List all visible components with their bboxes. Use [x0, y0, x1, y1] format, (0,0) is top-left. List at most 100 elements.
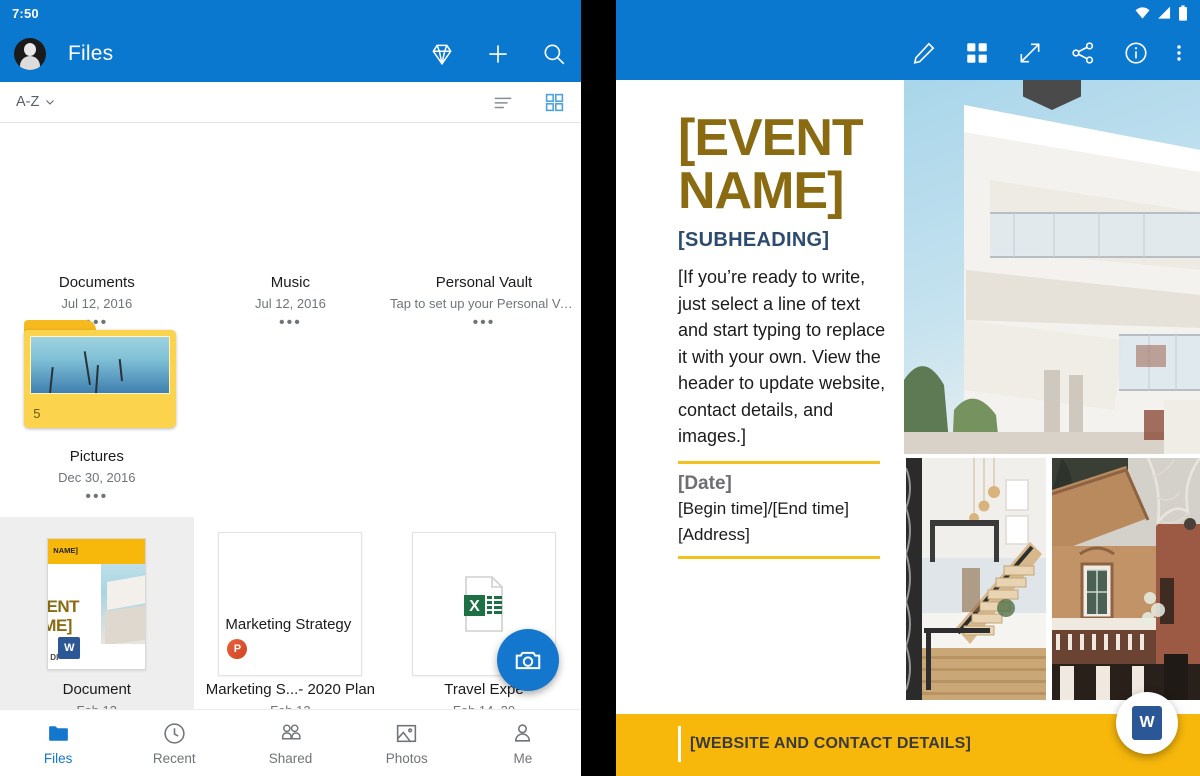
diamond-icon[interactable] [429, 41, 455, 67]
item-date: Dec 30, 2016 [58, 470, 136, 485]
nav-label: Photos [385, 750, 428, 766]
share-icon[interactable] [1070, 40, 1096, 66]
pictures-folder-thumbnail: 5 [24, 301, 177, 446]
item-name: Marketing S...- 2020 Plan [205, 681, 376, 698]
document-time-line: [Begin time]/[End time] [678, 498, 850, 518]
victorian-house-photo [1052, 458, 1200, 700]
item-name: Documents [58, 274, 135, 291]
files-grid-row: 5 Pictures Dec 30, 2016 ••• [0, 297, 581, 509]
left-appbar-actions [429, 41, 567, 67]
nav-label: Me [513, 750, 533, 766]
word-app-fab-button[interactable] [1116, 692, 1178, 754]
powerpoint-preview-card: Marketing Strategy P [218, 532, 363, 676]
chevron-down-icon [46, 100, 55, 105]
camera-fab-button[interactable] [497, 629, 559, 691]
list-item-pictures[interactable]: 5 Pictures Dec 30, 2016 ••• [0, 297, 194, 509]
folder-preview-photo [30, 335, 171, 394]
sort-dropdown[interactable]: A-Z [16, 94, 56, 110]
list-item-travel-expense[interactable]: X Travel Expe [387, 517, 581, 709]
edit-pencil-icon[interactable] [911, 40, 937, 66]
clock-icon [164, 722, 185, 744]
word-app-icon [1132, 706, 1162, 740]
nav-tab-photos[interactable]: Photos [349, 721, 465, 766]
right-status-bar [616, 0, 1200, 26]
list-item-marketing-strategy[interactable]: Marketing Strategy P Marketing S...- 202… [194, 517, 388, 709]
folder-icon [48, 725, 68, 741]
grid-view-icon[interactable] [544, 92, 565, 113]
grid-empty-slot [387, 297, 581, 509]
right-app-bar [616, 26, 1200, 80]
ppt-badge-letter: P [233, 643, 242, 655]
avatar[interactable] [14, 38, 46, 70]
sort-and-view-bar: A-Z [0, 82, 581, 123]
folder-item-count: 5 [33, 405, 41, 421]
document-text-column: [EVENT NAME] [SUBHEADING] [If you’re rea… [616, 80, 904, 776]
document-subheading: [SUBHEADING] [678, 229, 830, 251]
divider-top [678, 460, 880, 464]
divider-bottom [678, 555, 880, 559]
thumb-title-line1: /ENT [47, 597, 80, 616]
footer-accent-bar [678, 726, 681, 762]
item-name: Music [270, 274, 310, 291]
document-body-text: [If you’re ready to write, just select a… [678, 267, 886, 446]
word-badge-letter: W [64, 642, 75, 654]
item-name: Personal Vault [435, 274, 533, 291]
photo-icon [397, 724, 417, 742]
onedrive-files-screen: 7:50 Files A-Z Documents Jul 12, 2016 ••… [0, 0, 581, 776]
document-title: [EVENT NAME] [678, 109, 864, 220]
wifi-icon [1135, 7, 1150, 19]
signal-icon [1158, 6, 1171, 19]
sort-value: A-Z [16, 94, 40, 110]
page-title: Files [68, 42, 114, 65]
svg-text:X: X [469, 598, 480, 615]
thumb-ppt-title: Marketing Strategy [225, 616, 352, 633]
overflow-menu-icon[interactable] [1176, 40, 1182, 66]
camera-icon [515, 651, 541, 670]
vault-thumbnail [411, 127, 556, 272]
staircase-interior-photo [906, 458, 1046, 700]
document-footer-text: [WEBSITE AND CONTACT DETAILS] [690, 735, 972, 752]
search-icon[interactable] [541, 41, 567, 67]
thumb-band-text: NAME] [53, 546, 78, 555]
thumb-small-text: DI [50, 653, 59, 662]
expand-arrows-icon[interactable] [1017, 40, 1043, 66]
folder-thumbnail [24, 127, 169, 272]
powerpoint-thumbnail: Marketing Strategy P [218, 529, 363, 679]
list-item-document[interactable]: NAME] /ENT ME] W DI Document [0, 517, 194, 709]
screenshot-root: 7:50 Files A-Z Documents Jul 12, 2016 ••… [0, 0, 1200, 776]
grid-empty-slot [194, 297, 388, 509]
info-icon[interactable] [1123, 40, 1149, 66]
files-grid-row: NAME] /ENT ME] W DI Document [0, 517, 581, 709]
nav-tab-shared[interactable]: Shared [232, 721, 348, 766]
view-toggle-group [492, 91, 565, 113]
word-doc-thumbnail: NAME] /ENT ME] W DI [24, 529, 169, 679]
document-page[interactable]: [EVENT NAME] [SUBHEADING] [If you’re rea… [616, 80, 1200, 776]
folder-thumbnail [218, 127, 363, 272]
left-app-bar: Files [0, 26, 581, 82]
document-image-column [904, 80, 1200, 776]
word-document-viewer-screen: [EVENT NAME] [SUBHEADING] [If you’re rea… [616, 0, 1200, 776]
list-view-icon[interactable] [492, 91, 514, 113]
left-status-bar: 7:50 [0, 0, 581, 26]
document-date-label: [Date] [678, 472, 732, 494]
excel-file-icon: X [460, 575, 508, 633]
nav-tab-recent[interactable]: Recent [116, 721, 232, 766]
powerpoint-file-badge: P [227, 639, 248, 659]
files-grid[interactable]: Documents Jul 12, 2016 ••• Music Jul 12,… [0, 123, 581, 709]
folder-icon: 5 [24, 319, 177, 428]
nav-label: Files [43, 750, 73, 766]
document-address-line: [Address] [678, 524, 750, 544]
battery-icon [1179, 5, 1187, 21]
bottom-navigation: Files Recent Shared Photos Me [0, 709, 581, 776]
nav-tab-me[interactable]: Me [465, 721, 581, 766]
nav-label: Recent [152, 750, 196, 766]
modern-white-building-photo [904, 80, 1200, 454]
nav-label: Shared [268, 750, 313, 766]
item-overflow-menu[interactable]: ••• [85, 489, 108, 509]
plus-icon[interactable] [485, 41, 511, 67]
thumbnail-grid-icon[interactable] [964, 40, 990, 66]
word-file-badge: W [58, 637, 81, 659]
thumb-title-line2: ME] [48, 616, 72, 635]
people-icon [281, 723, 301, 739]
nav-tab-files[interactable]: Files [0, 721, 116, 766]
